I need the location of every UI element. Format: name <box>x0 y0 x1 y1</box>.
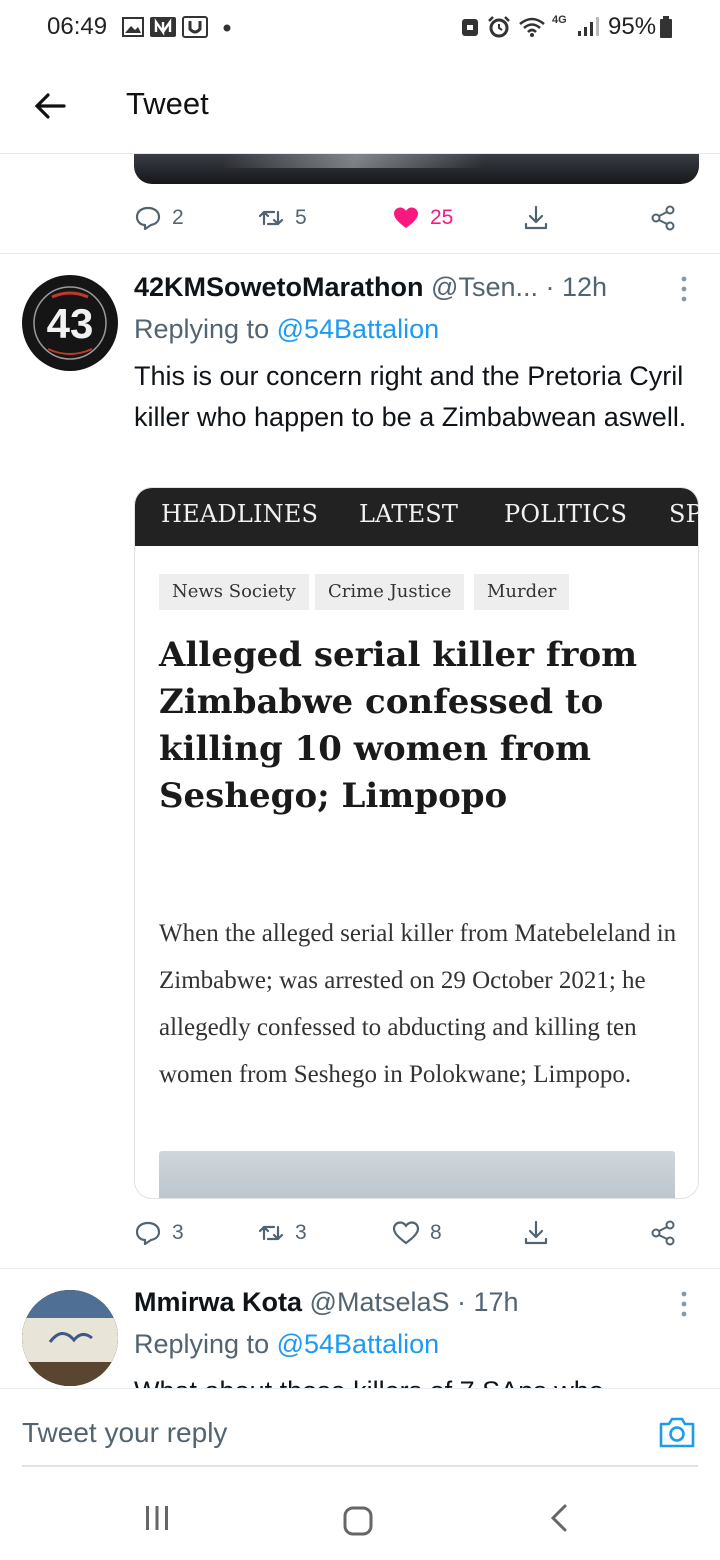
tweet-header: 42KMSowetoMarathon @Tsen... · 12h <box>134 272 607 303</box>
tweet-text-partial: What about those killers of 7 SAps who <box>134 1371 704 1388</box>
author-name[interactable]: 42KMSowetoMarathon <box>134 272 424 302</box>
network-type: 4G <box>552 14 567 26</box>
nav-headlines: HEADLINES <box>161 500 319 528</box>
retweet-icon <box>258 1225 284 1241</box>
replying-to: Replying to @54Battalion <box>134 314 439 345</box>
reply-button[interactable]: 3 <box>134 1213 184 1253</box>
heart-filled-icon <box>394 207 418 228</box>
share-icon <box>651 205 675 231</box>
divider <box>0 1268 720 1269</box>
reply-input[interactable]: Tweet your reply <box>22 1417 227 1449</box>
article-card[interactable]: HEADLINES LATEST POLITICS SP News Societ… <box>134 487 699 1199</box>
replying-mention-link[interactable]: @54Battalion <box>277 1329 440 1359</box>
avatar[interactable]: 43 <box>22 275 118 371</box>
divider <box>0 253 720 254</box>
retweet-count: 3 <box>295 1221 307 1244</box>
tweet-text: This is our concern right and the Pretor… <box>134 361 687 432</box>
author-name[interactable]: Mmirwa Kota <box>134 1287 302 1317</box>
nav-politics: POLITICS <box>504 500 628 528</box>
system-nav-bar <box>0 1468 720 1560</box>
like-count: 25 <box>430 206 454 229</box>
share-button[interactable] <box>649 1213 677 1253</box>
reply-count: 2 <box>172 206 184 229</box>
bookmark-share-button[interactable] <box>522 1213 550 1253</box>
download-icon <box>524 1220 548 1245</box>
wifi-icon <box>519 17 545 37</box>
author-handle[interactable]: @Tsen... <box>431 272 538 302</box>
page-title: Tweet <box>126 86 209 121</box>
reply-button[interactable]: 2 <box>134 198 184 238</box>
u-notification-icon <box>182 16 208 38</box>
bookmark-share-button[interactable] <box>522 198 550 238</box>
reply-composer: Tweet your reply <box>0 1388 720 1468</box>
avatar[interactable] <box>22 1290 118 1386</box>
battery-percent: 95% <box>608 13 657 40</box>
replying-to: Replying to @54Battalion <box>134 1329 439 1360</box>
article-nav-bar: HEADLINES LATEST POLITICS SP <box>135 488 699 546</box>
back-nav-icon[interactable] <box>548 1504 572 1532</box>
author-handle[interactable]: @MatselaS <box>310 1287 450 1317</box>
download-icon <box>524 205 548 230</box>
back-arrow-icon[interactable] <box>30 86 70 126</box>
article-title: Alleged serial killer from Zimbabwe conf… <box>159 635 638 816</box>
recent-apps-icon[interactable] <box>143 1504 171 1532</box>
share-button[interactable] <box>649 198 677 238</box>
replying-prefix: Replying to <box>134 1329 270 1359</box>
tweet-time: · 12h <box>545 272 608 302</box>
heart-icon <box>392 1221 420 1245</box>
reply-count: 3 <box>172 1221 184 1244</box>
tweet-time: · 17h <box>457 1287 519 1317</box>
status-time: 06:49 <box>47 13 108 40</box>
lock-icon <box>462 19 478 36</box>
tweet-header: Mmirwa Kota @MatselaS · 17h <box>134 1287 519 1318</box>
retweet-count: 5 <box>295 206 307 229</box>
share-icon <box>651 1220 675 1246</box>
article-image <box>159 1151 675 1198</box>
reply-icon <box>135 1221 161 1246</box>
camera-icon[interactable] <box>658 1415 696 1449</box>
news-notification-icon <box>150 17 176 37</box>
nav-sp: SP <box>669 500 699 528</box>
battery-icon <box>660 16 672 38</box>
tweet-actions: 3 3 8 <box>134 1213 694 1253</box>
alarm-icon <box>488 16 510 38</box>
signal-icon <box>578 17 599 36</box>
article-body: When the alleged serial killer from Mate… <box>159 920 677 1088</box>
like-count: 8 <box>430 1221 442 1244</box>
marathon-logo-avatar: 43 <box>24 277 116 369</box>
reply-icon <box>135 206 161 231</box>
reply-underline <box>22 1465 698 1467</box>
previous-tweet-media[interactable] <box>134 154 699 184</box>
gallery-notification-icon <box>122 17 144 37</box>
more-options-icon[interactable] <box>678 1289 690 1319</box>
tag-news-society: News Society <box>159 574 309 610</box>
status-bar: 06:49 4G 95% <box>0 0 720 58</box>
retweet-button[interactable]: 3 <box>257 1213 307 1253</box>
retweet-icon <box>258 210 284 226</box>
home-icon[interactable] <box>343 1506 373 1536</box>
previous-tweet-actions: 2 5 25 <box>134 198 694 238</box>
like-button[interactable]: 25 <box>392 198 453 238</box>
profile-photo-avatar <box>22 1290 118 1386</box>
more-options-icon[interactable] <box>678 274 690 304</box>
tag-crime-justice: Crime Justice <box>315 574 465 610</box>
like-button[interactable]: 8 <box>392 1213 442 1253</box>
replying-mention-link[interactable]: @54Battalion <box>277 314 440 344</box>
nav-latest: LATEST <box>359 500 459 528</box>
retweet-button[interactable]: 5 <box>257 198 307 238</box>
dot-icon <box>223 24 231 32</box>
avatar-number: 43 <box>47 300 94 347</box>
tag-murder: Murder <box>474 574 570 610</box>
replying-prefix: Replying to <box>134 314 270 344</box>
top-app-bar: Tweet <box>0 58 720 154</box>
